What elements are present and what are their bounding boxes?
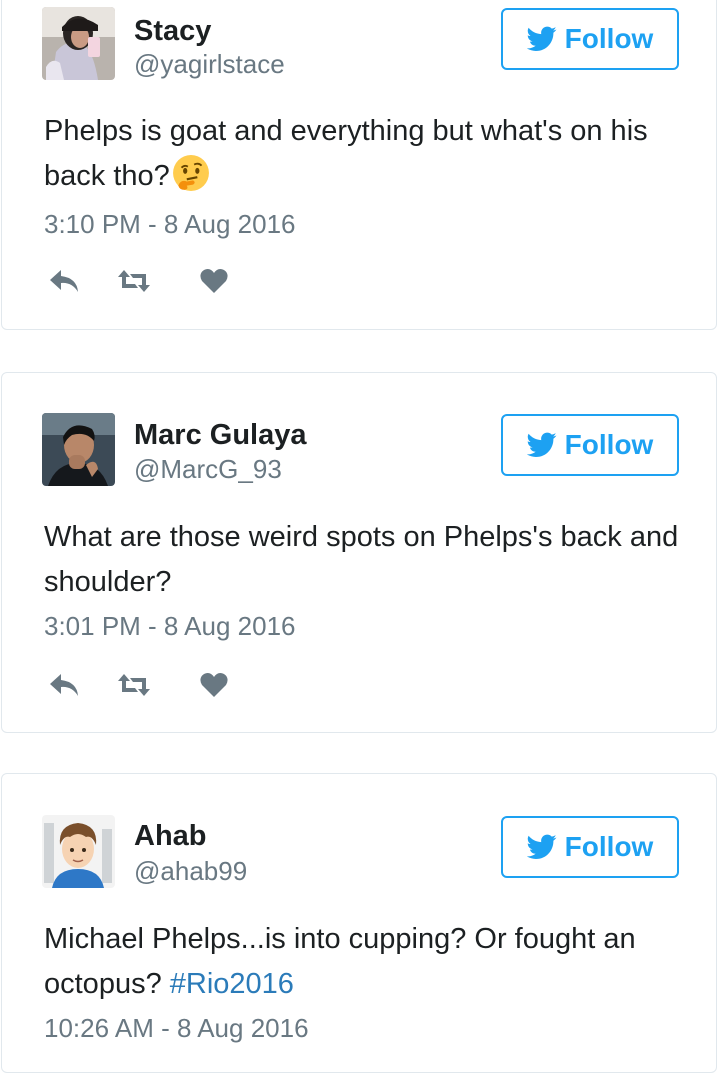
avatar[interactable]: [42, 815, 115, 888]
user-handle[interactable]: @ahab99: [134, 856, 247, 887]
like-icon[interactable]: [194, 264, 234, 298]
follow-button[interactable]: Follow: [501, 8, 679, 70]
display-name[interactable]: Marc Gulaya: [134, 419, 306, 452]
twitter-bird-icon: [526, 26, 557, 51]
display-name[interactable]: Stacy: [134, 15, 211, 48]
tweet-text: Michael Phelps...is into cupping? Or fou…: [44, 917, 694, 1007]
timestamp[interactable]: 3:10 PM - 8 Aug 2016: [44, 209, 296, 240]
tweet-card: Stacy @yagirlstace Follow Phelps is goat…: [1, 0, 717, 330]
retweet-icon[interactable]: [114, 668, 154, 702]
follow-label: Follow: [564, 831, 654, 862]
tweet-card: Marc Gulaya @MarcG_93 Follow What are th…: [1, 372, 717, 733]
follow-label: Follow: [564, 429, 654, 460]
like-icon[interactable]: [194, 668, 234, 702]
avatar[interactable]: [42, 7, 115, 80]
user-handle[interactable]: @MarcG_93: [134, 454, 282, 485]
tweet-text: Phelps is goat and everything but what's…: [44, 109, 694, 199]
retweet-icon[interactable]: [114, 264, 154, 298]
hashtag-link[interactable]: #Rio2016: [170, 968, 294, 1000]
twitter-bird-icon: [526, 432, 557, 457]
follow-label: Follow: [564, 23, 654, 54]
display-name[interactable]: Ahab: [134, 820, 207, 853]
twitter-bird-icon: [526, 834, 557, 859]
timestamp[interactable]: 3:01 PM - 8 Aug 2016: [44, 611, 296, 642]
reply-icon[interactable]: [44, 668, 84, 702]
tweet-text-content: Michael Phelps...is into cupping? Or fou…: [44, 923, 636, 1000]
tweet-text: What are those weird spots on Phelps's b…: [44, 521, 679, 598]
user-handle[interactable]: @yagirlstace: [134, 49, 285, 80]
timestamp[interactable]: 10:26 AM - 8 Aug 2016: [44, 1013, 309, 1044]
tweet-text-content: Phelps is goat and everything but what's…: [44, 115, 648, 192]
follow-button[interactable]: Follow: [501, 816, 679, 878]
reply-icon[interactable]: [44, 264, 84, 298]
avatar[interactable]: [42, 413, 115, 486]
follow-button[interactable]: Follow: [501, 414, 679, 476]
tweet-card: Ahab @ahab99 Follow Michael Phelps...is …: [1, 773, 717, 1073]
thinking-face-emoji: [172, 155, 209, 192]
